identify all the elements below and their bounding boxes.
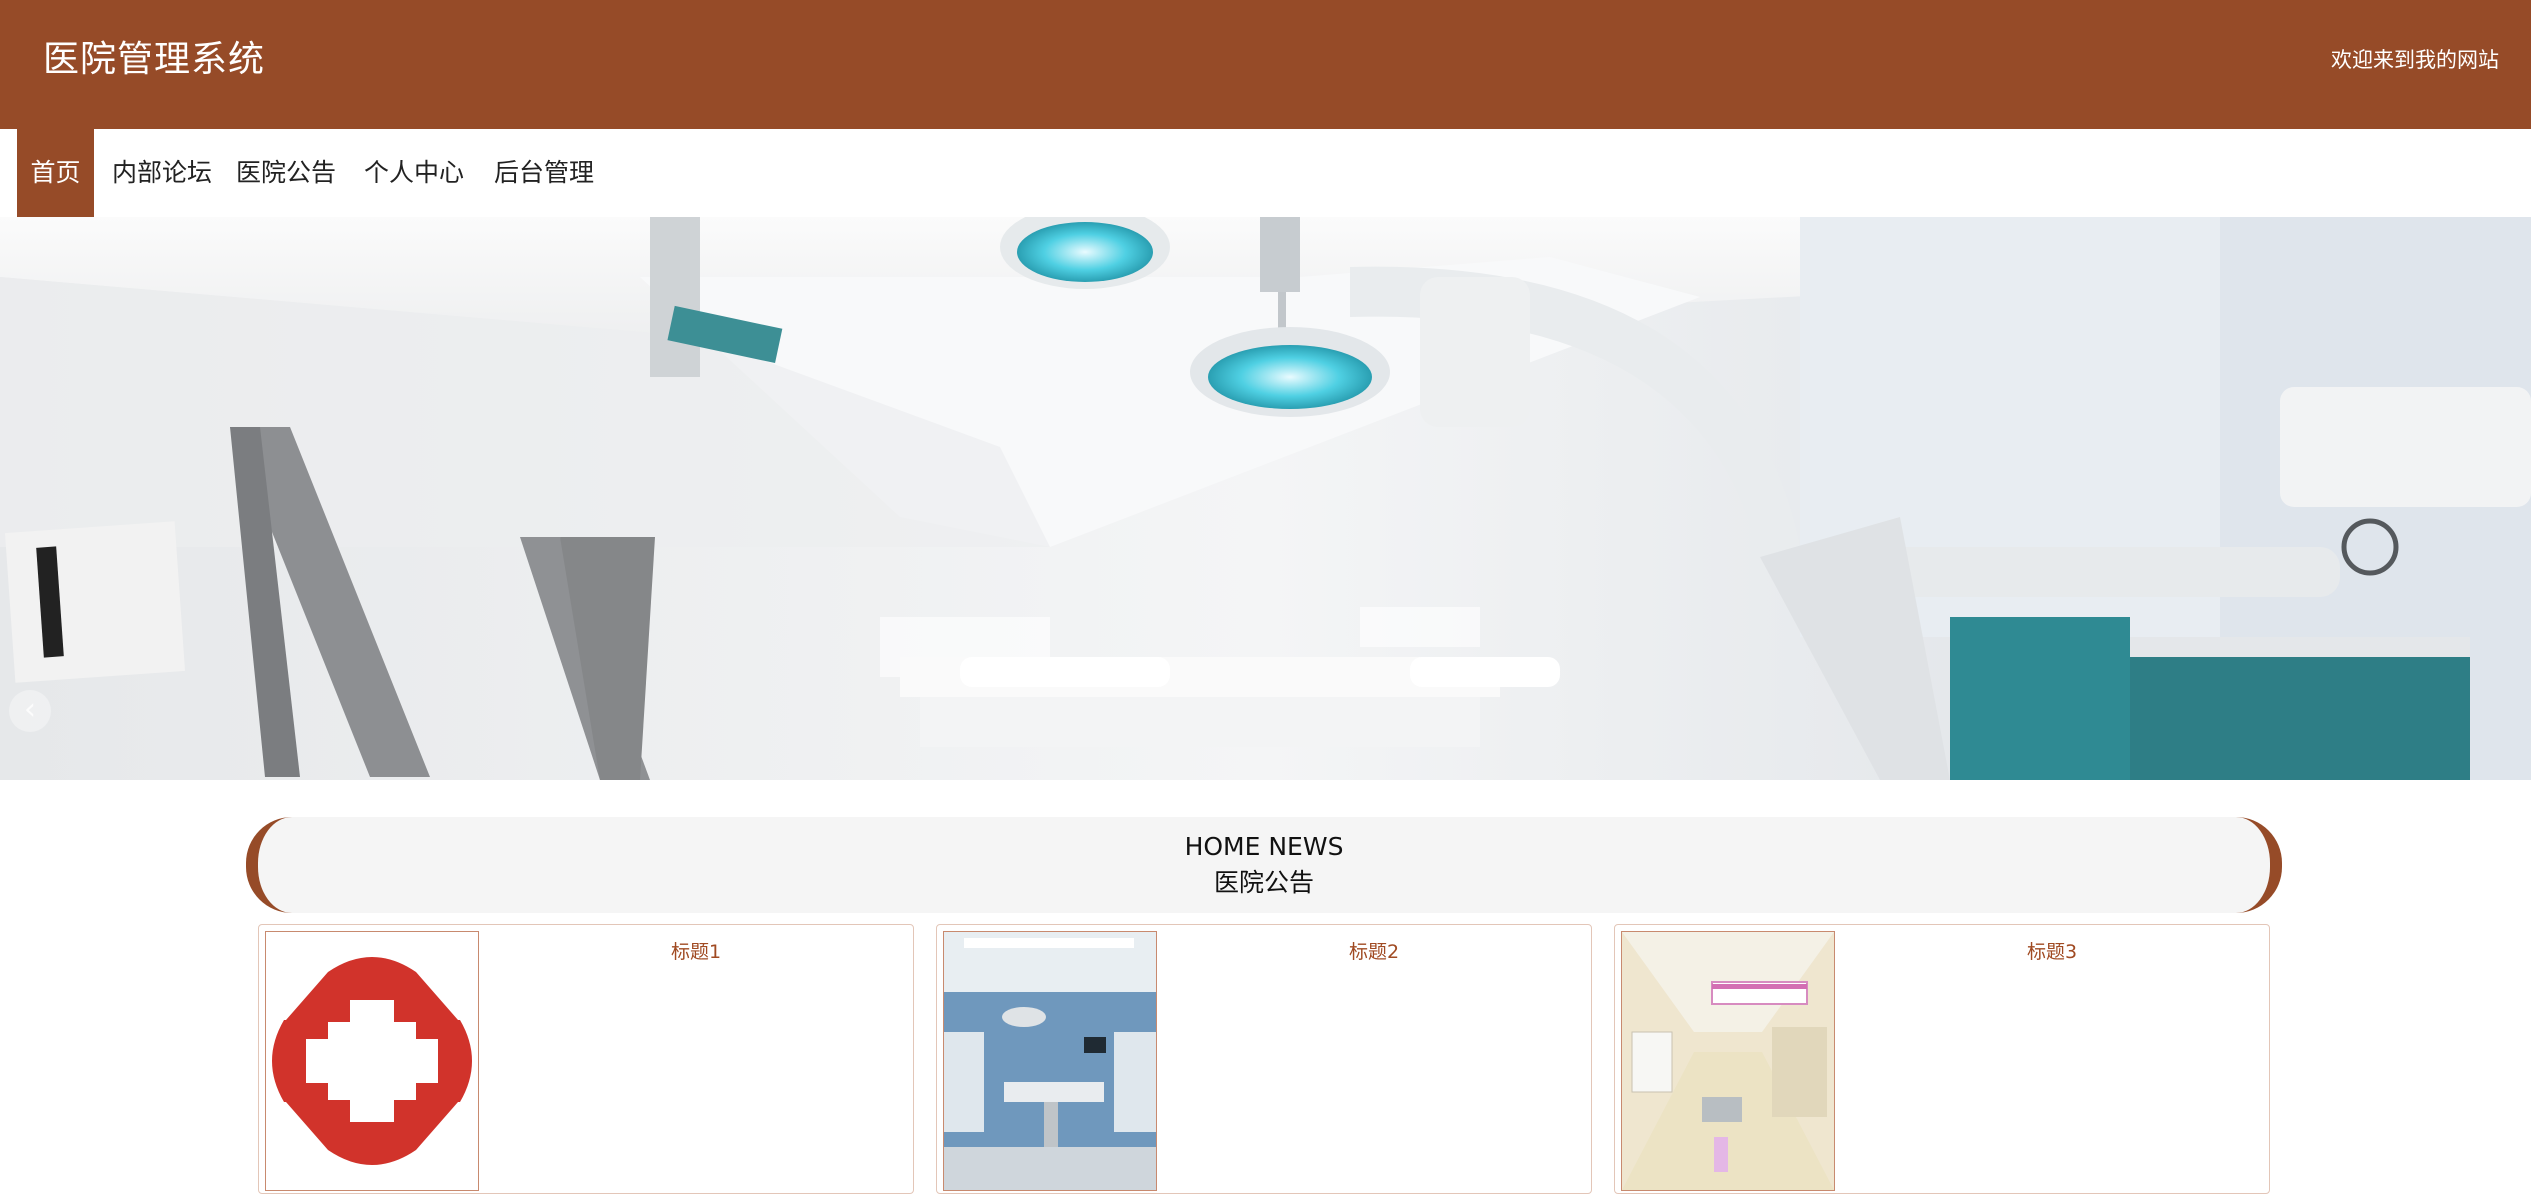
nav-item-home[interactable]: 首页 xyxy=(17,129,94,217)
news-title-cn: 医院公告 xyxy=(1213,868,1314,897)
news-card[interactable]: 标题2 xyxy=(936,924,1592,1194)
nav-item-announcements[interactable]: 医院公告 xyxy=(230,129,342,217)
nav-item-personal-center[interactable]: 个人中心 xyxy=(357,129,471,217)
news-section-title: HOME NEWS 医院公告 xyxy=(246,817,2282,913)
news-title-en: HOME NEWS xyxy=(1184,832,1344,861)
news-card[interactable]: 标题1 xyxy=(258,924,914,1194)
hospital-corridor-photo xyxy=(1621,931,1835,1191)
site-header: 医院管理系统 欢迎来到我的网站 xyxy=(0,0,2531,129)
banner-image xyxy=(0,217,2531,780)
operating-room-photo xyxy=(943,931,1157,1191)
red-cross-logo xyxy=(265,931,479,1191)
news-card[interactable]: 标题3 xyxy=(1614,924,2270,1194)
welcome-text: 欢迎来到我的网站 xyxy=(2331,48,2499,72)
news-card-title[interactable]: 标题3 xyxy=(1835,939,2269,965)
news-card-title[interactable]: 标题2 xyxy=(1157,939,1591,965)
nav-item-forum[interactable]: 内部论坛 xyxy=(104,129,220,217)
news-card-title[interactable]: 标题1 xyxy=(479,939,913,965)
main-nav: 首页 内部论坛 医院公告 个人中心 后台管理 xyxy=(0,129,2531,217)
banner-carousel[interactable]: ‹ xyxy=(0,217,2531,780)
nav-item-admin[interactable]: 后台管理 xyxy=(486,129,602,217)
site-title: 医院管理系统 xyxy=(43,39,266,80)
chevron-left-icon[interactable]: ‹ xyxy=(9,690,51,732)
